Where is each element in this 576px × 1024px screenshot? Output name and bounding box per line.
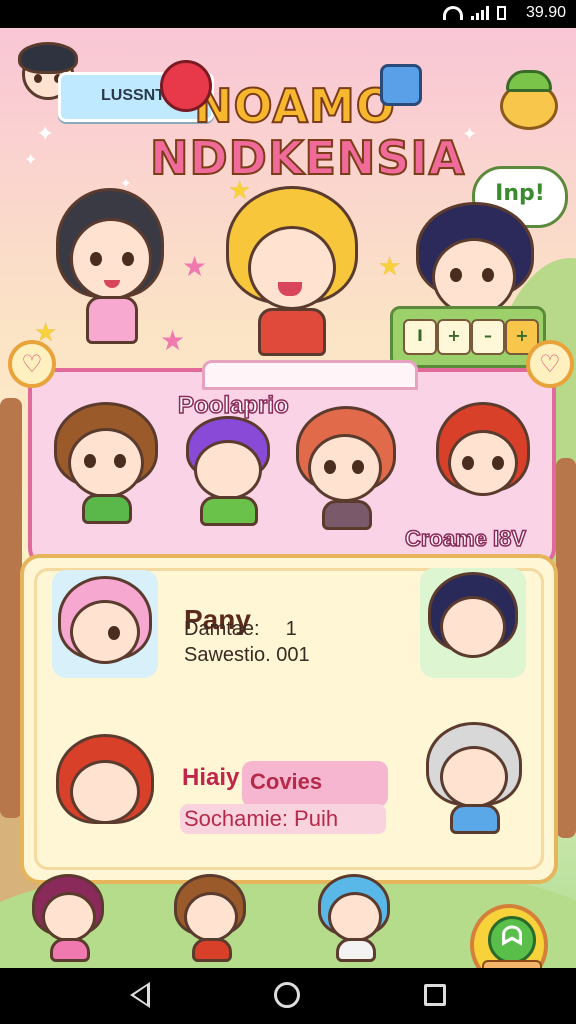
background-tree bbox=[0, 398, 22, 818]
character-body bbox=[50, 938, 90, 962]
character-face bbox=[440, 746, 508, 808]
highlight-subtitle-chip: Sochamie: Puih bbox=[180, 804, 386, 834]
character-body bbox=[336, 938, 376, 962]
highlight-subtitle: Sochamie: Puih bbox=[184, 806, 339, 831]
character-face bbox=[194, 440, 262, 500]
character-eye bbox=[450, 268, 462, 282]
star-icon: ★ bbox=[378, 252, 402, 282]
detail-avatar-tile[interactable] bbox=[52, 570, 158, 678]
stat-value: 001 bbox=[276, 644, 310, 666]
puzzle-tile-bar[interactable]: I + – + bbox=[390, 306, 546, 368]
character-body bbox=[450, 804, 500, 834]
character-body bbox=[322, 500, 372, 530]
character-face bbox=[448, 430, 518, 496]
friend-avatar[interactable] bbox=[184, 416, 274, 526]
character-face bbox=[248, 226, 336, 310]
character-eye bbox=[108, 626, 120, 640]
avatar-eye bbox=[34, 74, 42, 83]
character-eye bbox=[352, 460, 364, 474]
character-girl-black-hair[interactable] bbox=[50, 168, 170, 358]
avatar-hair bbox=[18, 42, 78, 74]
panel-tab bbox=[202, 360, 418, 390]
star-icon: ★ bbox=[228, 176, 252, 206]
friends-panel-footer: Croame I8V bbox=[404, 525, 527, 552]
play-icon: ᗣ bbox=[488, 916, 536, 964]
system-nav-bar bbox=[0, 968, 576, 1024]
star-icon: ★ bbox=[182, 250, 208, 283]
gift-icon bbox=[380, 64, 422, 106]
status-bar: 39.90 bbox=[0, 0, 576, 28]
detail-avatar-tile[interactable] bbox=[420, 718, 530, 838]
detail-avatar-tile[interactable] bbox=[420, 568, 526, 678]
stat-label: Sawestio. bbox=[184, 644, 271, 666]
friend-avatar[interactable] bbox=[294, 406, 404, 530]
character-eye bbox=[122, 252, 134, 266]
highlight-chip-label: Covies bbox=[250, 769, 323, 794]
status-icons bbox=[443, 6, 506, 20]
puzzle-tile[interactable]: I bbox=[403, 319, 437, 355]
character-body bbox=[200, 496, 258, 526]
highlight-title: Hiaiy bbox=[182, 764, 240, 791]
back-icon[interactable] bbox=[130, 982, 150, 1008]
battery-icon bbox=[497, 6, 506, 20]
bottom-character[interactable] bbox=[32, 874, 106, 964]
character-body bbox=[86, 296, 138, 344]
character-face bbox=[432, 238, 516, 316]
character-eye bbox=[90, 252, 102, 266]
character-face bbox=[440, 596, 506, 658]
bottom-character[interactable] bbox=[318, 874, 392, 964]
friend-avatar[interactable] bbox=[434, 402, 534, 522]
character-body bbox=[82, 494, 132, 524]
character-eye bbox=[462, 456, 474, 470]
signal-icon bbox=[471, 6, 489, 20]
character-eye bbox=[324, 460, 336, 474]
recent-apps-icon[interactable] bbox=[424, 984, 446, 1006]
character-eye bbox=[114, 454, 126, 468]
game-screen: ✦ ✦ ✦ ✦ LUSSNT NOAMO NDDKENSIA Inp! ★ ★ … bbox=[0, 28, 576, 968]
character-face bbox=[328, 892, 382, 942]
character-body bbox=[192, 938, 232, 962]
stat-row: Sawestio. 001 bbox=[184, 644, 310, 667]
heart-right-button[interactable]: ♡ bbox=[526, 340, 574, 388]
detail-avatar-tile[interactable] bbox=[52, 728, 158, 836]
stat-label: Damtae: bbox=[184, 618, 260, 640]
wifi-icon bbox=[443, 6, 463, 20]
mascot-hat bbox=[506, 70, 552, 92]
character-boy-yellow-hair[interactable] bbox=[222, 178, 362, 378]
character-face bbox=[42, 892, 96, 942]
character-face bbox=[68, 428, 144, 498]
sparkle-icon: ✦ bbox=[24, 150, 38, 169]
character-face bbox=[70, 600, 140, 664]
character-eye bbox=[482, 268, 494, 282]
puzzle-tile[interactable]: – bbox=[471, 319, 505, 355]
heart-left-button[interactable]: ♡ bbox=[8, 340, 56, 388]
play-button-label: ccoca bbox=[482, 960, 542, 968]
puzzle-tile[interactable]: + bbox=[437, 319, 471, 355]
flower-icon bbox=[160, 60, 212, 112]
bottom-character[interactable] bbox=[174, 874, 248, 964]
title-line-2: NDDKENSIA bbox=[149, 131, 466, 185]
highlight-chip[interactable]: Covies bbox=[242, 761, 388, 807]
background-tree bbox=[556, 458, 576, 838]
sparkle-icon: ✦ bbox=[36, 122, 55, 147]
mascot-bear-icon[interactable] bbox=[494, 68, 564, 134]
character-face bbox=[308, 434, 382, 502]
friend-avatar[interactable] bbox=[52, 402, 162, 524]
character-eye bbox=[84, 454, 96, 468]
character-face bbox=[70, 760, 140, 824]
home-icon[interactable] bbox=[274, 982, 300, 1008]
stat-row: Damtae: 1 bbox=[184, 618, 297, 641]
stat-value: 1 bbox=[285, 618, 297, 640]
status-time: 39.90 bbox=[525, 4, 566, 21]
character-body bbox=[258, 308, 326, 356]
friends-panel: Poolaprio Croame I8V bbox=[28, 360, 556, 568]
character-face bbox=[184, 892, 238, 942]
star-icon: ★ bbox=[160, 324, 186, 357]
character-eye bbox=[492, 456, 504, 470]
